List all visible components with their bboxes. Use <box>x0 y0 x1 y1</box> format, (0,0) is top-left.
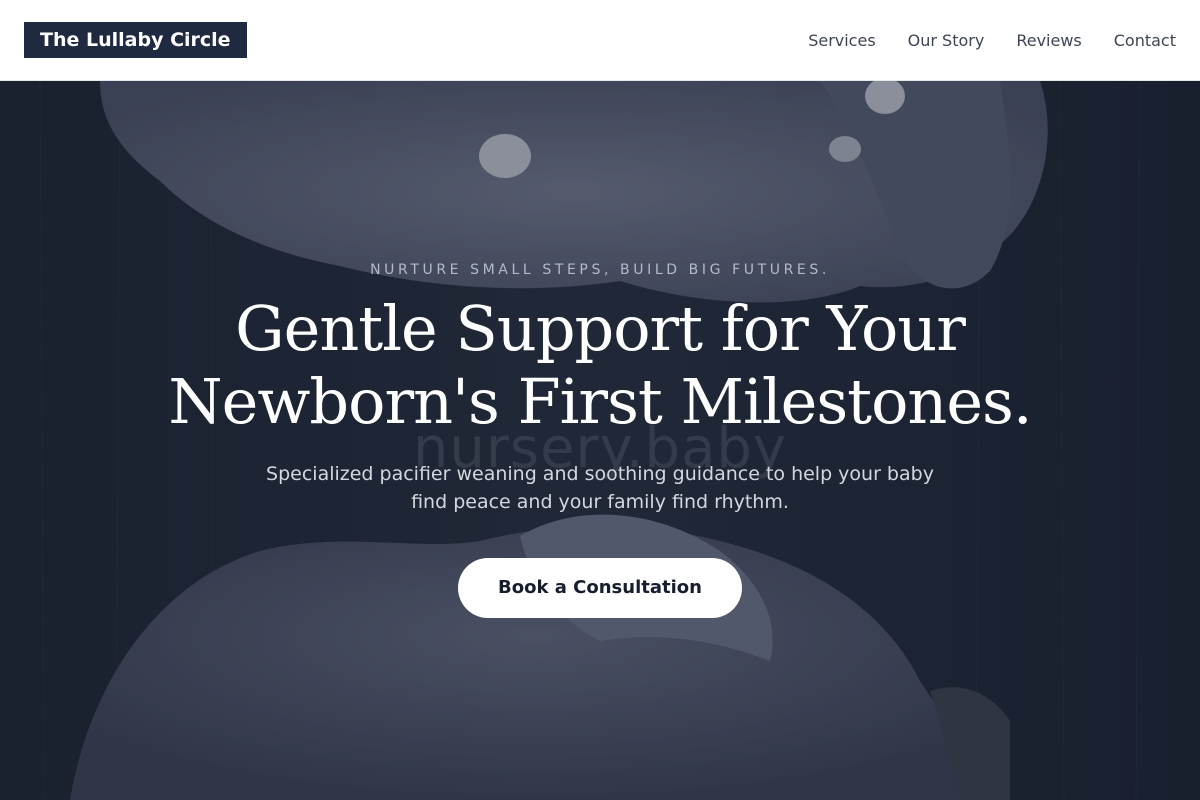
hero-eyebrow: NURTURE SMALL STEPS, BUILD BIG FUTURES. <box>370 262 830 278</box>
nav-link-our-story[interactable]: Our Story <box>908 31 985 50</box>
hero-subhead: Specialized pacifier weaning and soothin… <box>266 463 934 513</box>
hero-content: NURTURE SMALL STEPS, BUILD BIG FUTURES. … <box>100 262 1100 618</box>
hero-section: nursery.baby NURTURE SMALL STEPS, BUILD … <box>0 81 1200 800</box>
nav-link-contact[interactable]: Contact <box>1114 31 1176 50</box>
hero-headline-line-1: Gentle Support for Your <box>235 292 966 365</box>
site-header: The Lullaby Circle Services Our Story Re… <box>0 0 1200 81</box>
book-consultation-button[interactable]: Book a Consultation <box>458 558 742 618</box>
nav-link-services[interactable]: Services <box>808 31 875 50</box>
hero-headline-line-2: Newborn's First Milestones. <box>168 365 1032 438</box>
nav-link-reviews[interactable]: Reviews <box>1016 31 1081 50</box>
hero-headline: Gentle Support for Your Newborn's First … <box>100 292 1100 438</box>
brand-logo[interactable]: The Lullaby Circle <box>24 22 247 58</box>
main-nav: Services Our Story Reviews Contact <box>808 31 1176 50</box>
